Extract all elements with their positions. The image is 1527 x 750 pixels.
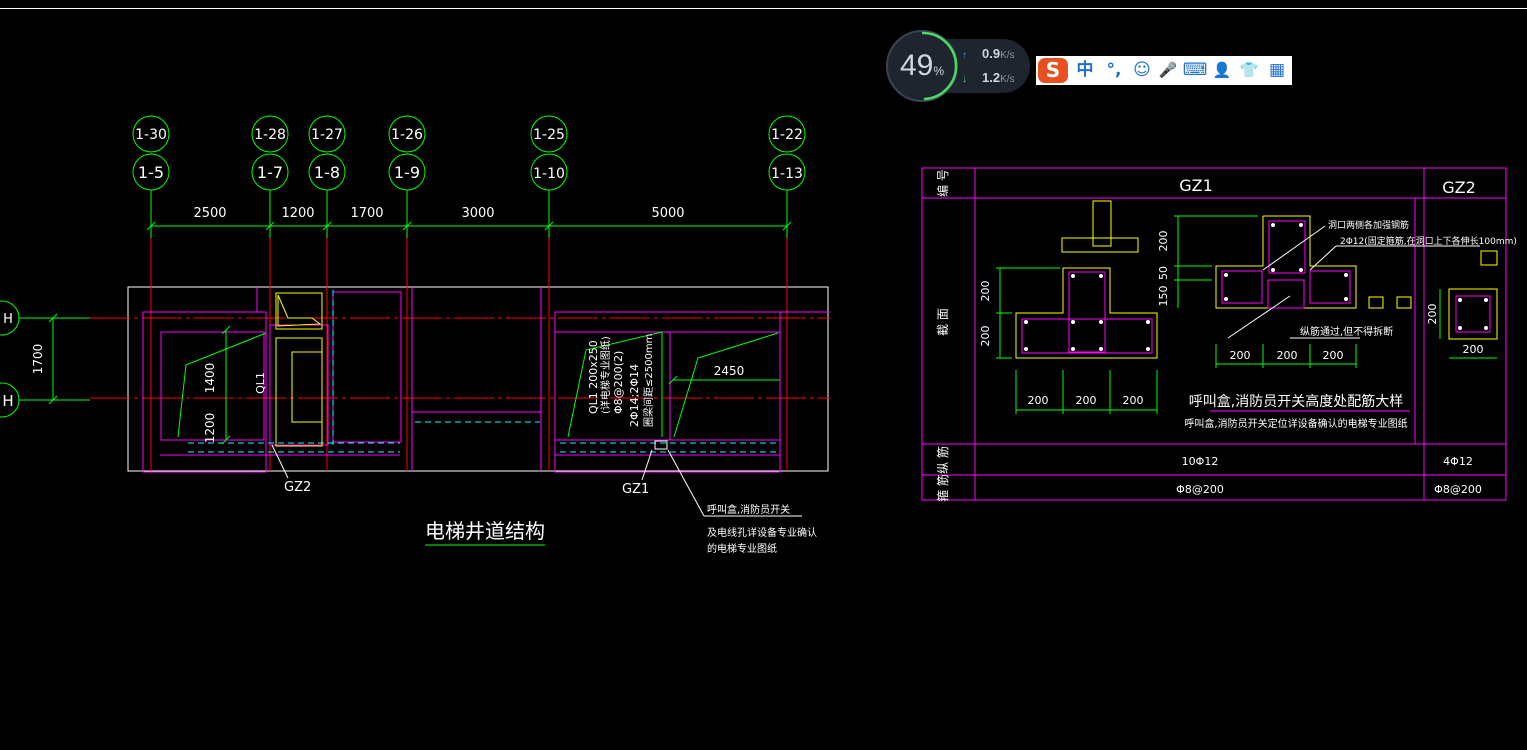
- dim-text: 200: [1277, 349, 1298, 362]
- dim-text: 200: [1157, 231, 1170, 252]
- plan-title: 电梯井道结构: [425, 519, 545, 543]
- plan-labels: 1400 1200 2450 QL1 QL1 200x250 (详电梯专业图纸)…: [203, 334, 817, 555]
- beam-label: QL1: [254, 372, 267, 394]
- download-rate: ↓ 1.2K/s: [962, 70, 1015, 85]
- axis-labels: 1-30 1-28 1-27 1-26 1-25 1-22 1-5 1-7 1-…: [2, 127, 803, 410]
- axis-label-top: 1-28: [254, 127, 286, 143]
- axis-label-bottom: 1-7: [257, 163, 283, 182]
- download-arrow-icon: ↓: [962, 74, 967, 85]
- upload-value: 0.9: [982, 46, 1001, 61]
- beam-note-line: (详电梯专业图纸): [599, 336, 612, 414]
- dim-text: 200: [1463, 343, 1484, 356]
- upload-unit: K/s: [1000, 50, 1015, 61]
- keyboard-icon[interactable]: ⌨: [1182, 56, 1208, 85]
- beam-note-line: Φ8@200(2): [612, 351, 625, 414]
- download-value: 1.2: [982, 70, 1001, 85]
- upload-rate: ↑ 0.9K/s: [962, 46, 1015, 61]
- dim-text: 200: [1076, 394, 1097, 407]
- gz1-stirrup: Φ8@200: [1176, 483, 1224, 496]
- ime-mode-button[interactable]: 中: [1072, 56, 1098, 85]
- dim-text: 200: [1426, 304, 1439, 325]
- beam-note-line: QL1 200x250: [587, 340, 600, 414]
- dim-text: 200: [979, 326, 992, 347]
- gz2-longitudinal: 4Φ12: [1443, 455, 1473, 468]
- dim-text: 200: [1323, 349, 1344, 362]
- cad-canvas[interactable]: 1-30 1-28 1-27 1-26 1-25 1-22 1-5 1-7 1-…: [0, 0, 1527, 750]
- dimension-text: 1200: [281, 206, 314, 221]
- table-text: 编 号 GZ1 GZ2 截 面 纵 筋 箍 筋 10Φ12 4Φ12 Φ8@20…: [935, 169, 1482, 502]
- callout-line: 的电梯专业图纸: [707, 542, 777, 555]
- dim-text: 200: [1028, 394, 1049, 407]
- note-hole: 洞口两侧各加强钢筋: [1328, 219, 1409, 231]
- header-gz2: GZ2: [1442, 178, 1476, 197]
- detail-subtitle: 呼叫盒,消防员开关定位详设备确认的电梯专业图纸: [1184, 417, 1407, 430]
- dim-text: 50: [1157, 266, 1170, 280]
- dimension-text: 5000: [651, 206, 684, 221]
- detail-title: 呼叫盒,消防员开关高度处配筋大样: [1189, 393, 1403, 410]
- opening-marks: [177, 325, 780, 445]
- callout-line: 呼叫盒,消防员开关: [707, 503, 790, 516]
- left-axis-label: H: [2, 392, 13, 410]
- hidden-lines: [188, 290, 780, 453]
- upload-arrow-icon: ↑: [962, 50, 967, 61]
- axis-label-top: 1-30: [135, 127, 167, 143]
- ime-toolbar[interactable]: S 中 °, ☺ 🎤 ⌨ 👤 👕 ▦: [1036, 56, 1292, 85]
- emoji-icon[interactable]: ☺: [1130, 56, 1154, 85]
- toolbox-grid-icon[interactable]: ▦: [1264, 56, 1290, 85]
- left-axis-label: H: [3, 312, 13, 327]
- dimension-text: 1700: [350, 206, 383, 221]
- dim-1200: 1200: [203, 413, 217, 444]
- gz2-label: GZ2: [284, 480, 311, 495]
- axis-label-bottom: 1-8: [314, 163, 340, 182]
- beam-note-line: 2Φ14;2Φ14: [628, 364, 641, 427]
- skin-shirt-icon[interactable]: 👕: [1236, 56, 1262, 85]
- punctuation-button[interactable]: °,: [1100, 56, 1128, 85]
- net-rates-panel: ↑ 0.9K/s ↓ 1.2K/s: [946, 39, 1030, 93]
- axis-label-bottom: 1-5: [138, 163, 164, 182]
- header-number: 编 号: [935, 169, 950, 197]
- axis-label-bottom: 1-13: [771, 166, 803, 182]
- user-tools-icon[interactable]: 👤: [1210, 56, 1234, 85]
- download-unit: K/s: [1000, 74, 1015, 85]
- axis-label-top: 1-22: [771, 127, 803, 143]
- gz2-column: [275, 292, 323, 330]
- axis-label-top: 1-27: [311, 127, 343, 143]
- dim-text: 200: [1230, 349, 1251, 362]
- reinforcement-table: 编 号 GZ1 GZ2 截 面 纵 筋 箍 筋 10Φ12 4Φ12 Φ8@20…: [921, 167, 1517, 502]
- dim-text: 200: [979, 281, 992, 302]
- gz1-section: [1015, 200, 1498, 359]
- axis-label-bottom: 1-9: [394, 163, 420, 182]
- axis-label-top: 1-26: [391, 127, 423, 143]
- sogou-logo-icon[interactable]: S: [1038, 58, 1068, 83]
- gz1-label: GZ1: [622, 482, 649, 497]
- dimension-text: 2500: [193, 206, 226, 221]
- note-bars: 2Φ12(固定箍筋,在洞口上下各伸长100mm): [1340, 235, 1517, 247]
- elevator-shaft-plan: 1400 1200 2450 QL1 QL1 200x250 (详电梯专业图纸)…: [90, 238, 830, 555]
- gz1-longitudinal: 10Φ12: [1182, 455, 1219, 468]
- row-stirrup: 箍 筋: [935, 474, 950, 502]
- left-dimension: 1700: [31, 344, 45, 375]
- gz2-stirrup: Φ8@200: [1434, 483, 1482, 496]
- axis-grid: [0, 115, 806, 418]
- header-gz1: GZ1: [1179, 176, 1213, 195]
- row-longitudinal: 纵 筋: [935, 446, 950, 474]
- axis-label-top: 1-25: [533, 127, 565, 143]
- dim-text: 150: [1157, 286, 1170, 307]
- callout-line: 及电线孔详设备专业确认: [707, 526, 817, 539]
- note-stirrup: 纵筋通过,但不得拆断: [1300, 325, 1393, 338]
- memory-usage-ring[interactable]: 49%: [886, 30, 958, 102]
- usage-percent: 49%: [899, 49, 945, 82]
- axis-label-bottom: 1-10: [533, 166, 565, 182]
- dimension-text: 3000: [461, 206, 494, 221]
- beam-note-line: 圈梁间距≤2500mm: [642, 334, 655, 427]
- red-axis-lines: [90, 238, 830, 471]
- microphone-icon[interactable]: 🎤: [1156, 56, 1180, 85]
- dim-text: 200: [1123, 394, 1144, 407]
- row-section: 截 面: [936, 308, 950, 336]
- dim-2450: 2450: [714, 364, 745, 378]
- dim-1400: 1400: [203, 363, 217, 394]
- network-speed-widget[interactable]: ↑ 0.9K/s ↓ 1.2K/s 49%: [886, 30, 1032, 102]
